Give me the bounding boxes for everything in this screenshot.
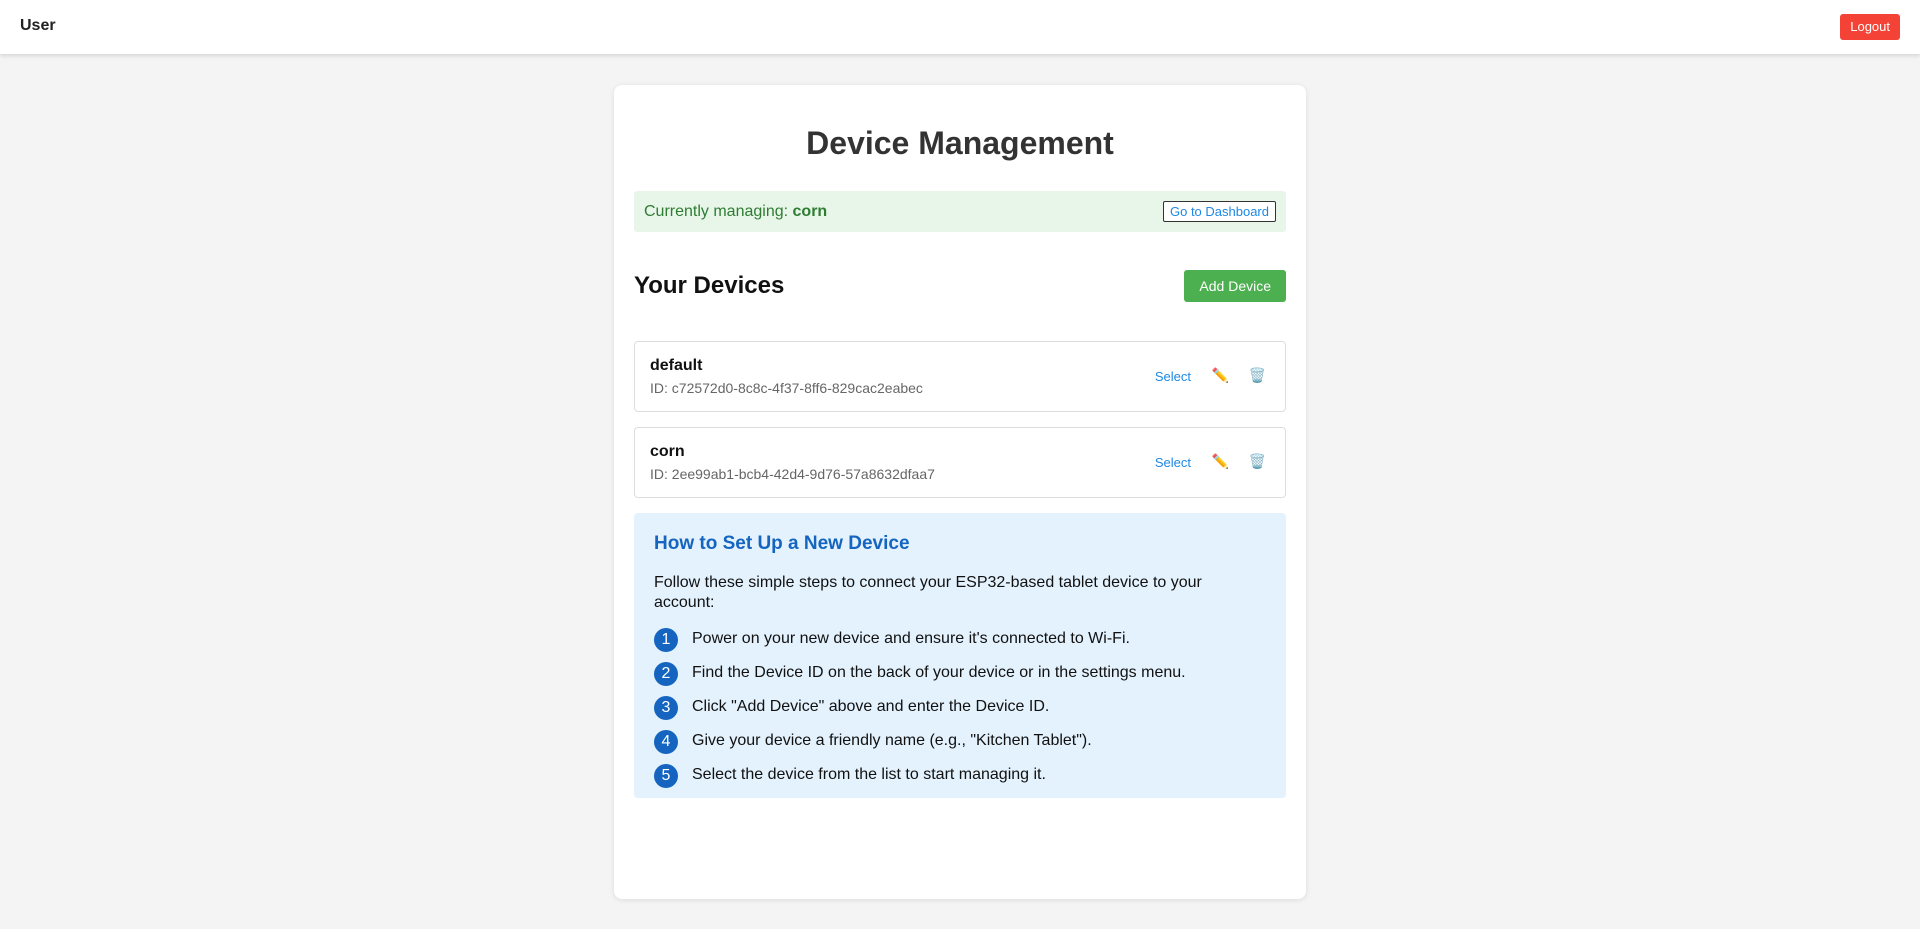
setup-step: 3 Click "Add Device" above and enter the… xyxy=(654,693,1266,727)
device-list: default ID: c72572d0-8c8c-4f37-8ff6-829c… xyxy=(634,341,1286,498)
setup-step: 4 Give your device a friendly name (e.g.… xyxy=(654,727,1266,761)
device-management-card: Device Management Currently managing: co… xyxy=(614,85,1306,899)
step-text: Select the device from the list to start… xyxy=(692,766,1046,783)
setup-step: 5 Select the device from the list to sta… xyxy=(654,761,1266,795)
device-name: corn xyxy=(650,443,685,460)
currently-managing-text: Currently managing: corn xyxy=(644,203,827,221)
page-title: Device Management xyxy=(806,125,1114,161)
delete-trash-icon[interactable]: 🗑️ xyxy=(1249,453,1266,470)
device-id: ID: 2ee99ab1-bcb4-42d4-9d76-57a8632dfaa7 xyxy=(650,466,935,482)
user-label: User xyxy=(20,17,56,34)
device-item-corn: corn ID: 2ee99ab1-bcb4-42d4-9d76-57a8632… xyxy=(634,427,1286,498)
step-number-badge: 2 xyxy=(654,662,678,686)
device-id: ID: c72572d0-8c8c-4f37-8ff6-829cac2eabec xyxy=(650,380,923,396)
step-text: Find the Device ID on the back of your d… xyxy=(692,664,1186,681)
select-device-button[interactable]: Select xyxy=(1155,369,1191,384)
setup-help-title: How to Set Up a New Device xyxy=(654,533,910,554)
devices-header: Your Devices Add Device xyxy=(634,270,1286,302)
currently-managing-banner: Currently managing: corn Go to Dashboard xyxy=(634,191,1286,232)
step-number-badge: 4 xyxy=(654,730,678,754)
setup-help-panel: How to Set Up a New Device Follow these … xyxy=(634,513,1286,798)
step-number-badge: 3 xyxy=(654,696,678,720)
step-number-badge: 5 xyxy=(654,764,678,788)
currently-managing-prefix: Currently managing: xyxy=(644,203,793,220)
edit-pencil-icon[interactable]: ✏️ xyxy=(1212,453,1229,470)
edit-pencil-icon[interactable]: ✏️ xyxy=(1212,367,1229,384)
logout-button[interactable]: Logout xyxy=(1840,14,1900,40)
step-text: Click "Add Device" above and enter the D… xyxy=(692,698,1050,715)
add-device-button[interactable]: Add Device xyxy=(1184,270,1286,302)
setup-help-intro: Follow these simple steps to connect you… xyxy=(654,574,1202,611)
setup-steps-list: 1 Power on your new device and ensure it… xyxy=(654,625,1266,795)
device-item-default: default ID: c72572d0-8c8c-4f37-8ff6-829c… xyxy=(634,341,1286,412)
setup-step: 1 Power on your new device and ensure it… xyxy=(654,625,1266,659)
setup-step: 2 Find the Device ID on the back of your… xyxy=(654,659,1266,693)
current-device-name: corn xyxy=(792,203,828,220)
step-number-badge: 1 xyxy=(654,628,678,652)
step-text: Give your device a friendly name (e.g., … xyxy=(692,732,1092,749)
top-bar: User Logout xyxy=(0,0,1920,54)
go-to-dashboard-button[interactable]: Go to Dashboard xyxy=(1162,201,1276,222)
your-devices-heading: Your Devices xyxy=(634,272,785,299)
device-name: default xyxy=(650,357,703,374)
select-device-button[interactable]: Select xyxy=(1155,455,1191,470)
step-text: Power on your new device and ensure it's… xyxy=(692,630,1130,647)
delete-trash-icon[interactable]: 🗑️ xyxy=(1249,367,1266,384)
